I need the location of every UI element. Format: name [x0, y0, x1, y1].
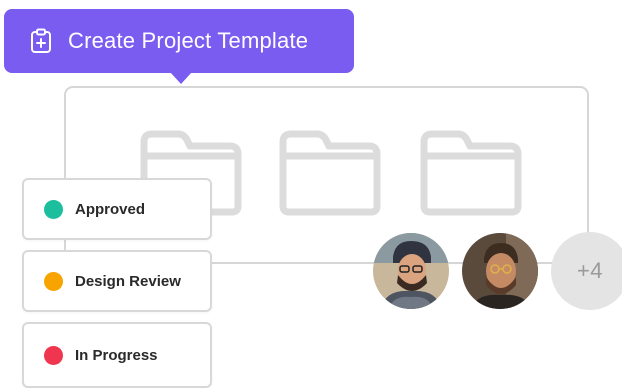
status-in-progress[interactable]: In Progress [22, 322, 212, 388]
status-approved[interactable]: Approved [22, 178, 212, 240]
avatar[interactable] [462, 233, 538, 309]
more-members-badge[interactable]: +4 [551, 232, 622, 310]
status-dot [44, 345, 63, 365]
folder-icon [275, 126, 385, 216]
status-label: Approved [75, 200, 146, 218]
status-design-review[interactable]: Design Review [22, 250, 212, 312]
status-dot [44, 199, 63, 219]
status-label: In Progress [75, 346, 158, 364]
folder-icon [416, 126, 526, 216]
avatar[interactable] [373, 233, 449, 309]
clipboard-plus-icon [30, 28, 52, 54]
create-project-template-button[interactable]: Create Project Template [4, 9, 354, 84]
status-label: Design Review [75, 272, 181, 290]
status-dot [44, 271, 63, 291]
create-project-template-label: Create Project Template [68, 28, 309, 53]
